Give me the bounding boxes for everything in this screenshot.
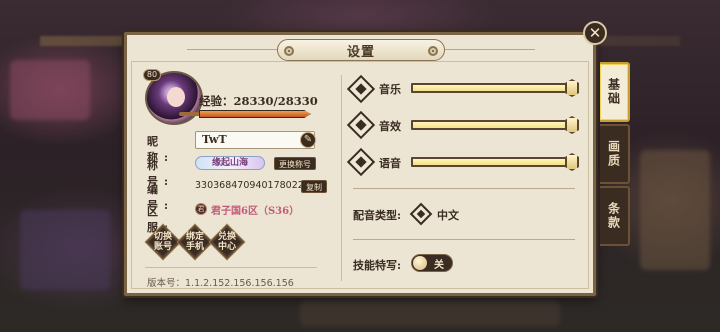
music-slider[interactable] — [411, 83, 571, 93]
settings-dialog: 设置 80 经验：28330/28330 昵 称: TwT ✎ 称 号: 缘起山… — [124, 32, 596, 296]
background-decoration — [20, 210, 110, 290]
edit-nickname-button[interactable]: ✎ — [300, 132, 316, 148]
redeem-center-label: 兑换 中心 — [210, 232, 244, 252]
exp-progress-bar — [199, 110, 311, 118]
redeem-center-label-line2: 中心 — [217, 242, 236, 252]
voice-label: 语音 — [379, 157, 401, 170]
change-title-button[interactable]: 更换称号 — [274, 157, 316, 170]
tab-basic[interactable]: 基础 — [600, 62, 630, 122]
column-divider — [341, 75, 342, 281]
id-value: 3303684709401780224 — [195, 180, 310, 191]
music-label: 音乐 — [379, 83, 401, 96]
toggle-knob — [413, 256, 427, 270]
exp-text: 经验：28330/28330 — [199, 93, 318, 109]
music-slider-fill — [413, 85, 569, 91]
dialog-title-bar: 设置 — [277, 39, 445, 61]
exp-progress-fill — [200, 111, 310, 117]
title-ornament-icon — [428, 46, 438, 56]
title-line-right — [445, 49, 535, 50]
avatar-face — [167, 87, 185, 107]
version-text: 版本号：1.1.2.152.156.156.156 — [147, 278, 294, 289]
sfx-label: 音效 — [379, 120, 401, 133]
dub-type-label: 配音类型: — [353, 209, 402, 222]
title-line-left — [187, 49, 277, 50]
tab-graphics[interactable]: 画质 — [600, 124, 630, 184]
left-divider — [145, 267, 317, 268]
title-ornament-icon — [284, 46, 294, 56]
switch-account-label-line1: 切换 — [153, 232, 172, 242]
exp-bar-tail — [179, 112, 201, 116]
background-decoration — [300, 300, 560, 326]
server-value: 君子国6区（S36） — [211, 206, 300, 217]
server-icon: 君 — [195, 203, 207, 215]
sfx-slider-fill — [413, 122, 569, 128]
bind-phone-label-line2: 手机 — [185, 242, 204, 252]
sfx-slider[interactable] — [411, 120, 571, 130]
bind-phone-label: 绑定 手机 — [178, 232, 212, 252]
voice-slider-fill — [413, 159, 569, 165]
nickname-field[interactable]: TwT — [195, 131, 315, 149]
pencil-icon: ✎ — [303, 134, 313, 145]
background-decoration — [10, 60, 90, 120]
bind-phone-label-line1: 绑定 — [185, 232, 204, 242]
redeem-center-label-line1: 兑换 — [217, 232, 236, 242]
settings-divider — [353, 188, 575, 189]
skill-closeup-label: 技能特写: — [353, 259, 402, 272]
settings-divider — [353, 239, 575, 240]
level-badge: 80 — [143, 69, 161, 81]
tab-terms[interactable]: 条款 — [600, 186, 630, 246]
background-decoration — [640, 150, 710, 270]
switch-account-label-line2: 账号 — [153, 242, 172, 252]
voice-slider[interactable] — [411, 157, 571, 167]
dialog-title: 设置 — [346, 44, 375, 60]
title-badge: 缘起山海 — [195, 156, 265, 170]
close-icon: ✕ — [588, 24, 602, 42]
skill-closeup-toggle[interactable]: 关 — [411, 254, 453, 272]
exp-value: 28330/28330 — [233, 94, 318, 108]
close-button[interactable]: ✕ — [583, 21, 607, 45]
switch-account-label: 切换 账号 — [146, 232, 180, 252]
exp-label: 经验： — [199, 94, 234, 108]
dub-type-value: 中文 — [437, 209, 459, 222]
copy-button[interactable]: 复制 — [301, 180, 327, 193]
toggle-state-text: 关 — [434, 260, 444, 271]
